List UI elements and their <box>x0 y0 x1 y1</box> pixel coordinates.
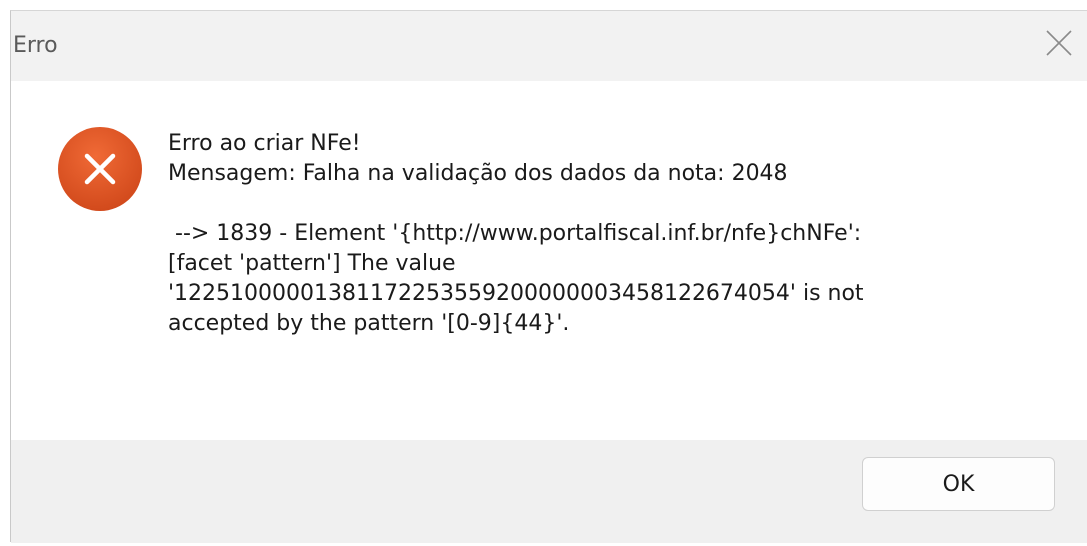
close-icon <box>1046 30 1072 56</box>
close-button[interactable] <box>1031 11 1087 75</box>
window-title: Erro <box>13 33 58 58</box>
error-message: Erro ao criar NFe! Mensagem: Falha na va… <box>168 131 864 336</box>
title-bar[interactable]: Erro <box>11 11 1087 81</box>
page: Erro Erro ao criar NFe! Mensagem: Falha … <box>0 0 1087 546</box>
ok-button[interactable]: OK <box>862 457 1055 511</box>
error-icon <box>58 127 142 211</box>
